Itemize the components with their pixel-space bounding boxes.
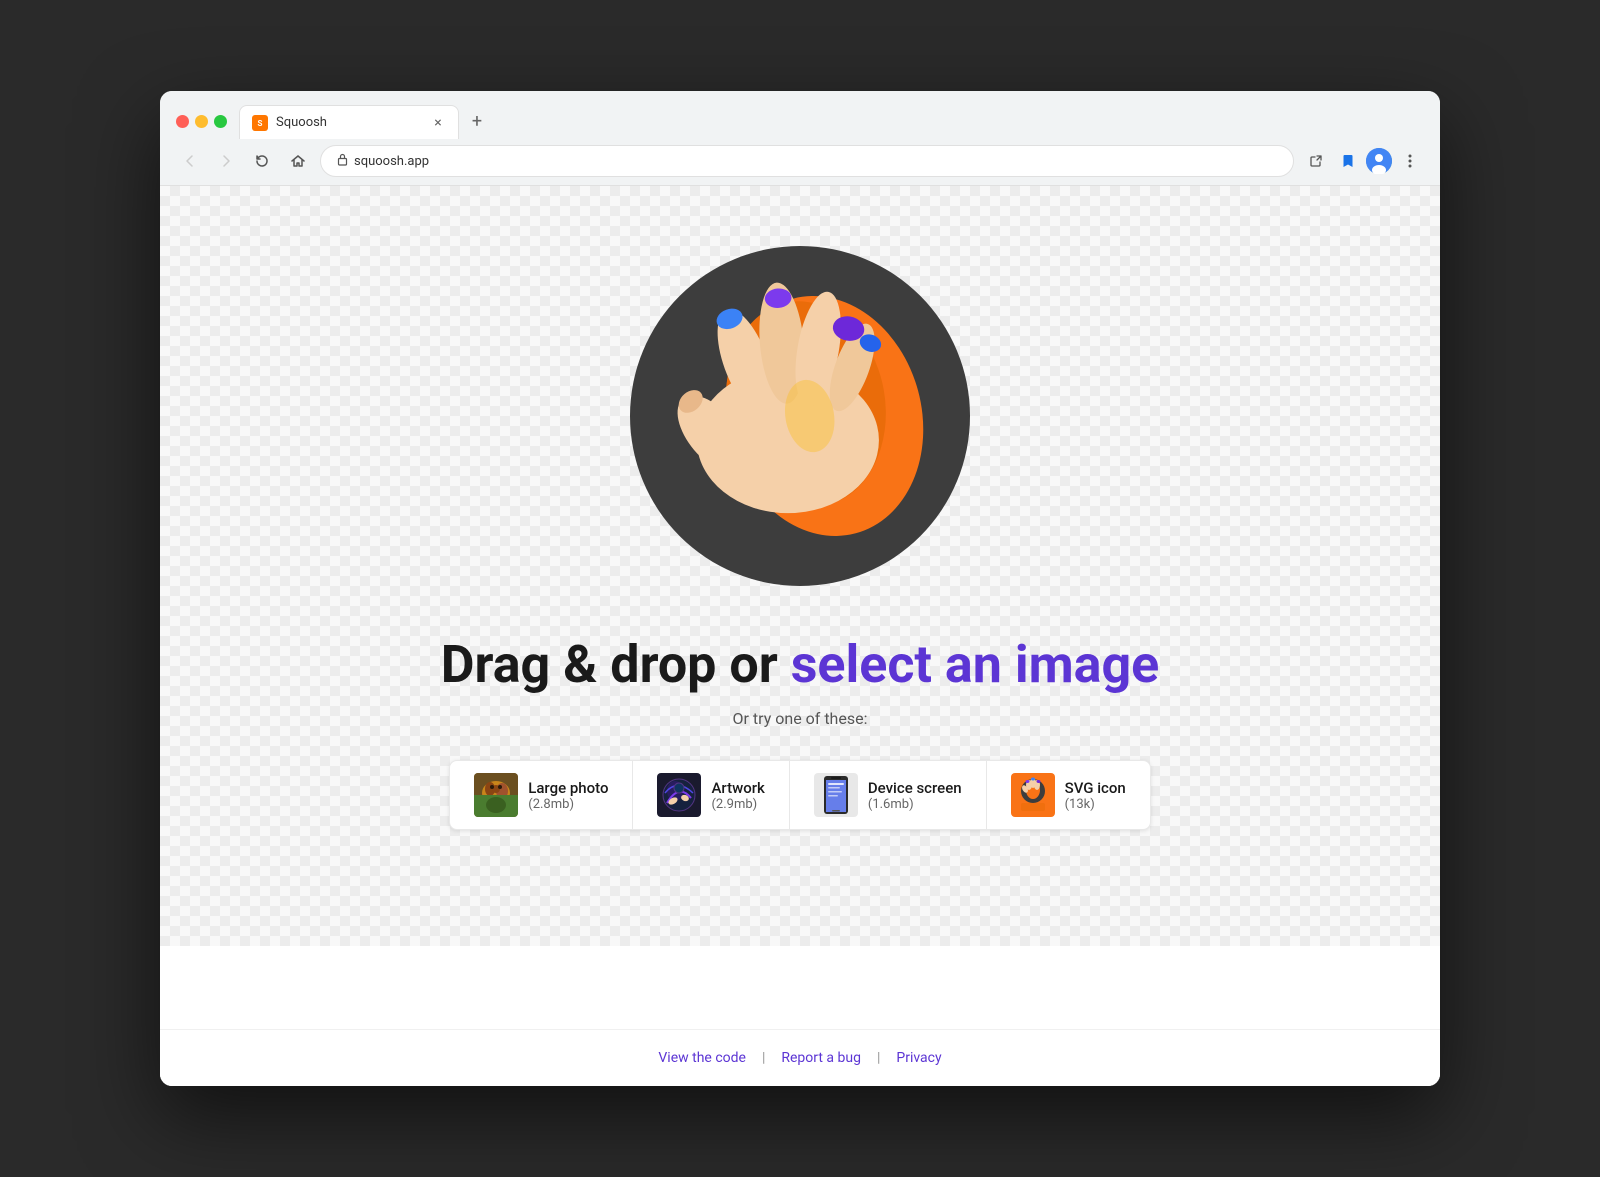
tab-title: Squoosh	[276, 115, 422, 130]
sample-thumb-artwork	[657, 773, 701, 817]
page-inner: Drag & drop or select an image Or try on…	[160, 186, 1440, 870]
browser-actions	[1302, 147, 1424, 175]
maximize-traffic-light[interactable]	[214, 115, 227, 128]
browser-window: S Squoosh × +	[160, 91, 1440, 1086]
main-heading: Drag & drop or select an image	[441, 636, 1160, 693]
traffic-lights	[176, 115, 227, 128]
sample-thumb-device	[814, 773, 858, 817]
sample-device-screen[interactable]: Device screen (1.6mb)	[790, 761, 987, 829]
sample-name-tiger: Large photo	[528, 779, 608, 797]
browser-tab[interactable]: S Squoosh ×	[239, 105, 459, 139]
profile-avatar[interactable]	[1366, 148, 1392, 174]
menu-button[interactable]	[1396, 147, 1424, 175]
sample-svg-icon[interactable]: SVG icon (13k)	[987, 761, 1150, 829]
lock-icon	[337, 153, 348, 169]
sample-large-photo[interactable]: Large photo (2.8mb)	[450, 761, 633, 829]
address-bar[interactable]: squoosh.app	[320, 145, 1294, 177]
select-image-link[interactable]: select an image	[791, 634, 1160, 695]
sample-info-svg: SVG icon (13k)	[1065, 779, 1126, 812]
tab-close-button[interactable]: ×	[430, 115, 446, 131]
tab-favicon: S	[252, 115, 268, 131]
view-code-link[interactable]: View the code	[658, 1050, 746, 1066]
sample-name-svg: SVG icon	[1065, 779, 1126, 797]
reload-button[interactable]	[248, 147, 276, 175]
sample-info-tiger: Large photo (2.8mb)	[528, 779, 608, 812]
external-link-button[interactable]	[1302, 147, 1330, 175]
heading-plain-text: Drag & drop or	[441, 634, 791, 695]
samples-row: Large photo (2.8mb)	[449, 760, 1151, 830]
sample-size-svg: (13k)	[1065, 797, 1126, 812]
sample-artwork[interactable]: Artwork (2.9mb)	[633, 761, 789, 829]
sample-name-device: Device screen	[868, 779, 962, 797]
squoosh-logo	[630, 246, 970, 586]
sample-info-artwork: Artwork (2.9mb)	[711, 779, 764, 812]
title-bar: S Squoosh × +	[160, 91, 1440, 139]
bookmark-button[interactable]	[1334, 147, 1362, 175]
minimize-traffic-light[interactable]	[195, 115, 208, 128]
new-tab-button[interactable]: +	[463, 107, 491, 135]
address-text: squoosh.app	[354, 154, 429, 169]
close-traffic-light[interactable]	[176, 115, 189, 128]
page-content: Drag & drop or select an image Or try on…	[160, 186, 1440, 1086]
footer-separator-1: |	[762, 1050, 765, 1066]
footer-separator-2: |	[877, 1050, 880, 1066]
home-button[interactable]	[284, 147, 312, 175]
tab-bar: S Squoosh × +	[239, 103, 1424, 139]
sample-size-artwork: (2.9mb)	[711, 797, 764, 812]
svg-text:S: S	[258, 119, 263, 128]
sample-size-tiger: (2.8mb)	[528, 797, 608, 812]
sample-size-device: (1.6mb)	[868, 797, 962, 812]
subheading: Or try one of these:	[733, 709, 868, 728]
browser-chrome: S Squoosh × +	[160, 91, 1440, 186]
forward-button[interactable]	[212, 147, 240, 175]
address-bar-row: squoosh.app	[160, 139, 1440, 185]
sample-name-artwork: Artwork	[711, 779, 764, 797]
sample-thumb-svg	[1011, 773, 1055, 817]
back-button[interactable]	[176, 147, 204, 175]
sample-info-device: Device screen (1.6mb)	[868, 779, 962, 812]
sample-thumb-tiger	[474, 773, 518, 817]
report-bug-link[interactable]: Report a bug	[781, 1050, 861, 1066]
privacy-link[interactable]: Privacy	[896, 1050, 941, 1066]
page-footer: View the code | Report a bug | Privacy	[160, 1029, 1440, 1086]
